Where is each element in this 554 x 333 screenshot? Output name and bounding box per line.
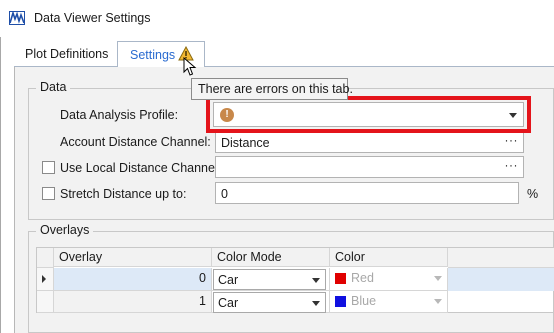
account-distance-value: Distance	[221, 136, 270, 150]
account-distance-field[interactable]: Distance ···	[215, 131, 524, 153]
mouse-cursor-icon	[183, 57, 197, 76]
title-bar: Data Viewer Settings	[0, 0, 554, 37]
account-distance-label: Account Distance Channel:	[60, 135, 211, 149]
column-header-color-mode[interactable]: Color Mode	[212, 248, 330, 267]
tab-label: Settings	[130, 48, 176, 62]
color-mode-cell: Car	[212, 291, 330, 313]
ellipsis-button[interactable]: ···	[505, 133, 519, 147]
ellipsis-button[interactable]: ···	[505, 158, 519, 172]
stretch-distance-checkbox[interactable]	[42, 187, 55, 200]
stretch-distance-label: Stretch Distance up to:	[60, 187, 187, 201]
local-distance-label: Use Local Distance Channel:	[60, 161, 222, 175]
chevron-down-icon	[434, 276, 442, 281]
color-mode-dropdown[interactable]: Car	[213, 292, 326, 313]
window-border	[0, 0, 1, 333]
color-mode-dropdown[interactable]: Car	[213, 269, 326, 290]
row-selection-fill	[448, 268, 554, 291]
tab-strip-divider	[14, 66, 554, 67]
stretch-distance-input[interactable]: 0	[215, 182, 519, 204]
color-dropdown[interactable]: Blue	[330, 291, 448, 313]
column-header-filler	[448, 248, 554, 268]
data-group-title: Data	[36, 80, 71, 94]
row-selector[interactable]	[37, 268, 54, 291]
profile-label: Data Analysis Profile:	[60, 108, 179, 122]
color-mode-cell: Car	[212, 268, 330, 291]
window-title: Data Viewer Settings	[34, 11, 151, 25]
app-icon	[9, 11, 25, 25]
use-local-distance-checkbox[interactable]	[42, 161, 55, 174]
error-highlight-box	[206, 96, 531, 133]
chevron-down-icon	[312, 301, 320, 306]
row-pointer-icon	[42, 275, 46, 283]
color-swatch	[335, 296, 346, 307]
color-dropdown[interactable]: Red	[330, 268, 448, 291]
overlay-cell[interactable]: 1	[54, 291, 212, 313]
local-distance-field[interactable]: ···	[215, 156, 524, 178]
grid-corner	[37, 248, 54, 268]
overlays-group-title: Overlays	[36, 223, 94, 237]
chevron-down-icon	[434, 299, 442, 304]
error-tooltip: There are errors on this tab.	[191, 78, 353, 100]
overlay-cell[interactable]: 0	[54, 268, 212, 291]
column-header-color[interactable]: Color	[330, 248, 448, 267]
percent-unit: %	[527, 187, 539, 201]
overlays-grid: Overlay Color Mode Color 0 Car Red 1 Car…	[36, 247, 554, 313]
tab-plot-definitions[interactable]: Plot Definitions	[14, 41, 117, 67]
chevron-down-icon	[312, 278, 320, 283]
row-selector[interactable]	[37, 291, 54, 313]
color-swatch	[335, 273, 346, 284]
column-header-overlay[interactable]: Overlay	[54, 248, 212, 267]
tab-label: Plot Definitions	[25, 47, 109, 61]
stretch-distance-value: 0	[221, 187, 228, 201]
